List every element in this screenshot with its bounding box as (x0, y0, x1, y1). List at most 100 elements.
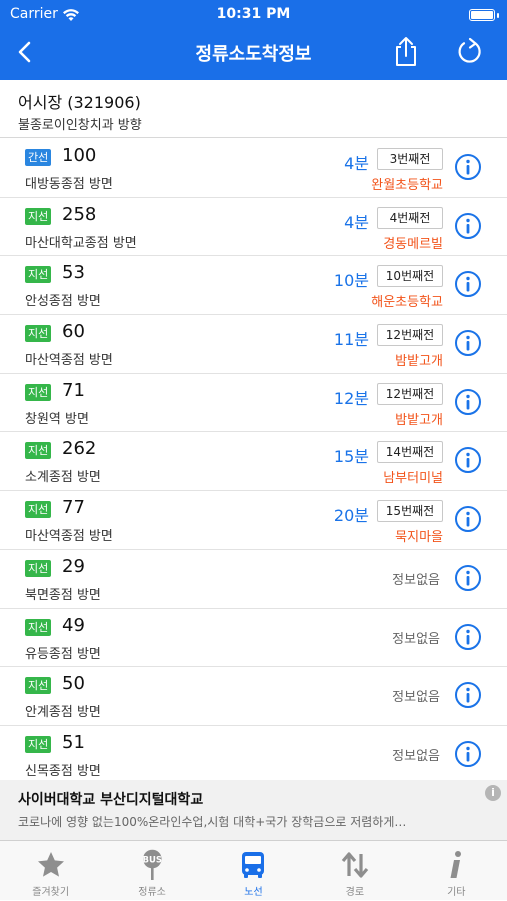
info-circle-icon (455, 623, 481, 650)
current-bus-stop: 해운초등학교 (371, 295, 443, 311)
route-direction: 마산대학교종점 방면 (25, 235, 137, 251)
route-info-button[interactable] (454, 564, 482, 592)
stops-before-badge: 10번째전 (377, 265, 443, 288)
route-number: 29 (62, 555, 85, 577)
route-number: 71 (62, 379, 85, 401)
arrival-minutes: 4분 (344, 154, 369, 173)
tab-swap-arrows[interactable]: 경로 (304, 841, 405, 901)
route-row[interactable]: 지선 53 안성종점 방면 10분 10번째전 해운초등학교 (0, 256, 507, 316)
tab-bus[interactable]: 노선 (203, 841, 304, 901)
route-row[interactable]: 지선 60 마산역종점 방면 11분 12번째전 밤밭고개 (0, 315, 507, 374)
route-info-button[interactable] (454, 681, 482, 709)
svg-text:BUS: BUS (143, 855, 163, 865)
route-direction: 대방동종점 방면 (25, 177, 113, 192)
info-circle-icon (455, 564, 481, 591)
stops-before-badge: 14번째전 (377, 441, 443, 464)
arrival-minutes: 15분 (333, 447, 369, 467)
route-row[interactable]: 간선 100 대방동종점 방면 4분 3번째전완월초등학교 (0, 139, 507, 198)
route-row[interactable]: 지선 29 북면종점 방면 정보없음 (0, 550, 507, 609)
route-number: 60 (62, 321, 85, 343)
tab-label: 정류소 (138, 887, 166, 898)
route-number: 51 (62, 731, 85, 753)
no-info-label: 정보없음 (392, 748, 440, 764)
tab-info-i[interactable]: 기타 (406, 841, 507, 901)
swap-arrows-icon (339, 849, 371, 881)
route-row[interactable]: 지선 262 소계종점 방면 15분 14번째전 남부터미널 (0, 432, 507, 492)
info-circle-icon (455, 330, 481, 357)
tab-bus-stop[interactable]: BUS 정류소 (101, 841, 202, 901)
route-row[interactable]: 지선 71 창원역 방면 12분 12번째전 밤밭고개 (0, 374, 507, 433)
info-circle-icon (455, 388, 481, 415)
route-info-button[interactable] (454, 505, 482, 533)
battery-icon (469, 9, 495, 21)
info-circle-icon (455, 154, 481, 180)
route-type-badge: 간선 (25, 149, 52, 166)
route-number: 77 (62, 497, 85, 519)
route-direction: 안계종점 방면 (25, 705, 101, 721)
route-number: 49 (62, 614, 85, 636)
current-bus-stop: 밤밭고개 (395, 354, 443, 370)
route-info-button[interactable] (454, 446, 482, 474)
current-bus-stop: 묵지마을 (395, 530, 443, 546)
route-info-button[interactable] (454, 623, 482, 651)
route-info-button[interactable] (454, 329, 482, 357)
clock: 10:31 PM (216, 6, 291, 22)
no-info-label: 정보없음 (392, 572, 440, 588)
info-circle-icon (455, 740, 481, 767)
info-circle-icon (455, 447, 481, 474)
ad-body: 코로나에 영향 없는100%온라인수업,시험 대학+국가 장학금으로 저렴하게… (18, 815, 407, 829)
refresh-button[interactable] (455, 37, 485, 67)
no-info-label: 정보없음 (392, 690, 440, 706)
tab-label: 노선 (244, 887, 263, 898)
route-row[interactable]: 지선 51 신목종점 방면 정보없음 (0, 726, 507, 780)
current-bus-stop: 완월초등학교 (371, 178, 443, 193)
route-type-badge: 지선 (25, 266, 52, 284)
route-number: 100 (62, 145, 97, 166)
route-info-button[interactable] (454, 153, 482, 181)
route-type-badge: 지선 (25, 442, 52, 460)
route-direction: 마산역종점 방면 (25, 529, 113, 545)
route-number: 50 (62, 673, 85, 695)
arrival-minutes: 20분 (333, 506, 369, 526)
route-type-badge: 지선 (25, 383, 52, 401)
tab-label: 기타 (447, 887, 466, 898)
route-row[interactable]: 지선 50 안계종점 방면 정보없음 (0, 667, 507, 726)
ad-banner[interactable]: 사이버대학교 부산디지털대학교 코로나에 영향 없는100%온라인수업,시험 대… (0, 780, 507, 840)
route-type-badge: 지선 (25, 677, 52, 695)
stop-name: 어시장 (321906) (18, 93, 141, 112)
route-number: 258 (62, 203, 97, 225)
route-direction: 북면종점 방면 (25, 587, 101, 603)
info-circle-icon (455, 506, 481, 533)
route-row[interactable]: 지선 258 마산대학교종점 방면 4분 4번째전 경동메르빌 (0, 198, 507, 257)
route-row[interactable]: 지선 77 마산역종점 방면 20분 15번째전 묵지마을 (0, 491, 507, 550)
bus-stop-icon: BUS (136, 849, 168, 881)
route-info-button[interactable] (454, 270, 482, 298)
tab-star[interactable]: 즐겨찾기 (0, 841, 101, 901)
ad-info-icon[interactable]: i (485, 785, 501, 801)
route-type-badge: 지선 (25, 618, 52, 636)
route-type-badge: 지선 (25, 735, 52, 753)
tab-label: 경로 (345, 887, 365, 898)
stop-info: 어시장 (321906) 불종로이인창치과 방향 (0, 80, 507, 138)
current-bus-stop: 밤밭고개 (395, 412, 443, 428)
info-circle-icon (455, 682, 481, 709)
bus-icon (237, 849, 269, 881)
share-button[interactable] (392, 36, 420, 68)
route-info-button[interactable] (454, 388, 482, 416)
route-info-button[interactable] (454, 740, 482, 768)
route-list[interactable]: 간선 100 대방동종점 방면 4분 3번째전완월초등학교지선 258 마산대학교종점 방면… (0, 139, 507, 780)
route-direction: 신목종점 방면 (25, 763, 101, 779)
route-direction: 마산역종점 방면 (25, 353, 113, 369)
route-type-badge: 지선 (25, 501, 52, 519)
route-number: 53 (62, 262, 85, 284)
stops-before-badge: 12번째전 (377, 324, 443, 347)
stops-before-badge: 3번째전 (377, 148, 443, 170)
route-direction: 안성종점 방면 (25, 294, 101, 310)
route-row[interactable]: 지선 49 유등종점 방면 정보없음 (0, 609, 507, 668)
route-info-button[interactable] (454, 212, 482, 240)
route-type-badge: 지선 (25, 207, 52, 225)
tab-label: 즐겨찾기 (32, 887, 70, 898)
ad-title: 사이버대학교 부산디지털대학교 (18, 792, 204, 808)
info-circle-icon (455, 212, 481, 239)
route-direction: 창원역 방면 (25, 411, 89, 427)
